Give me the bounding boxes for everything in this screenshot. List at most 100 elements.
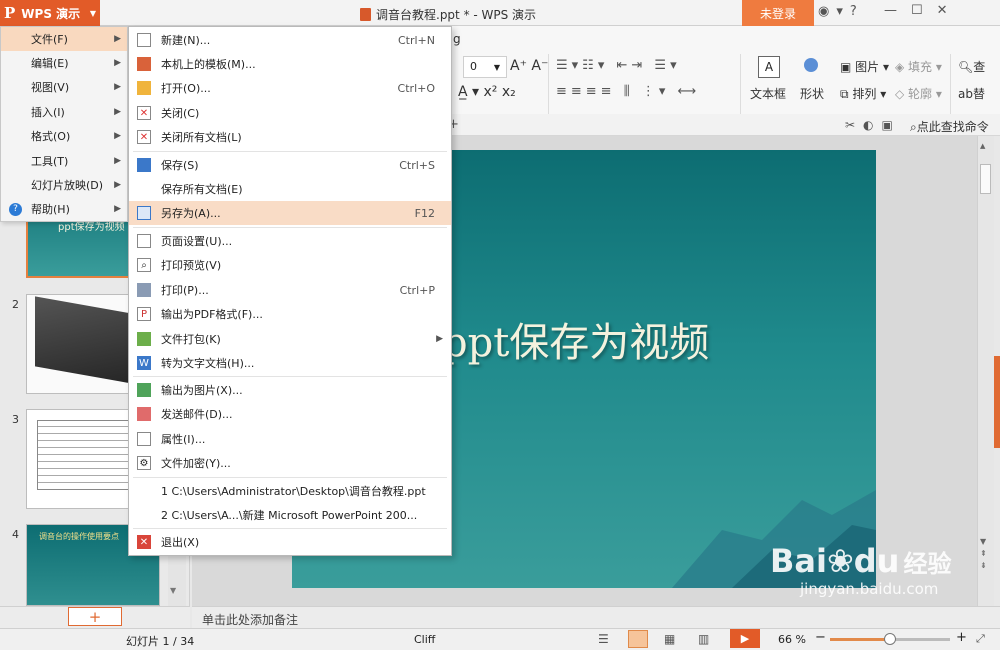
menu-close-label: 关闭(C) [161, 107, 200, 120]
zoom-out-icon[interactable]: − [815, 630, 826, 645]
menu-file[interactable]: 文件(F) ▶ [1, 27, 127, 51]
quick-tools-icon[interactable]: ✂◐▣ [845, 118, 901, 132]
menu-page-setup[interactable]: 页面设置(U)... [129, 229, 451, 253]
mail-icon [137, 407, 151, 421]
grow-font-icon[interactable]: A⁺ A⁻ [510, 58, 548, 74]
ribbon-divider [950, 54, 951, 114]
menu-format[interactable]: 格式(O) ▶ [1, 124, 127, 148]
list-format-icon[interactable]: ☰▾☷▾ ⇤⇥ ☰▾ [556, 58, 681, 73]
baidu-url: jingyan.baidu.com [800, 580, 939, 598]
slide-scrollbar[interactable]: ▲ ▼ ⇞ ⇟ [977, 136, 994, 606]
notes-pane[interactable]: 单击此处添加备注 [192, 606, 1000, 628]
menu-package-label: 文件打包(K) [161, 333, 221, 346]
menu-save[interactable]: 保存(S) Ctrl+S [129, 153, 451, 177]
menu-local-templates[interactable]: 本机上的模板(M)... [129, 52, 451, 76]
side-panel-toggle[interactable] [994, 356, 1000, 448]
menu-open[interactable]: 打开(O)... Ctrl+O [129, 76, 451, 100]
fill-button[interactable]: ◈ 填充 ▾ [895, 58, 942, 75]
menu-save-all-label: 保存所有文档(E) [161, 183, 243, 196]
font-size-field[interactable]: 0 ▼ [463, 56, 507, 78]
menu-send-mail[interactable]: 发送邮件(D)... [129, 402, 451, 426]
recent-file-label: 1 C:\Users\Administrator\Desktop\调音台教程.p… [161, 485, 426, 498]
chevron-right-icon: ▶ [114, 34, 121, 44]
help-icon[interactable]: ? [850, 4, 857, 19]
align-icon[interactable]: ≡≡≡≡ ⫼ ⋮▾ ⟷ [556, 84, 700, 99]
print-icon [137, 283, 151, 297]
menu-insert[interactable]: 插入(I) ▶ [1, 100, 127, 124]
menu-to-word[interactable]: W 转为文字文档(H)... [129, 351, 451, 375]
fit-window-icon[interactable]: ⤢ [976, 632, 985, 646]
menu-slideshow-label: 幻灯片放映(D) [31, 179, 104, 192]
menu-encrypt[interactable]: ⚙ 文件加密(Y)... [129, 451, 451, 475]
menu-print-preview[interactable]: ⌕ 打印预览(V) [129, 253, 451, 277]
menu-templates-label: 本机上的模板(M)... [161, 58, 256, 71]
menu-recent-file-1[interactable]: 1 C:\Users\Administrator\Desktop\调音台教程.p… [129, 479, 451, 503]
help-icon: ? [9, 202, 22, 216]
menu-close[interactable]: ✕ 关闭(C) [129, 101, 451, 125]
menu-mail-label: 发送邮件(D)... [161, 408, 233, 421]
menu-export-pdf[interactable]: P 输出为PDF格式(F)... [129, 302, 451, 326]
login-button[interactable]: 未登录 [742, 0, 814, 26]
slide-title[interactable]: ppt保存为视频 [442, 310, 709, 368]
encrypt-icon: ⚙ [137, 456, 151, 470]
find-command-search[interactable]: ⌕点此查找命令 [910, 118, 989, 135]
menu-file-label: 文件(F) [31, 33, 68, 46]
menu-export-image[interactable]: 输出为图片(X)... [129, 378, 451, 402]
menu-recent-file-2[interactable]: 2 C:\Users\A...\新建 Microsoft PowerPoint … [129, 503, 451, 527]
thumbnail-caption: 调音台的操作使用要点 [39, 532, 119, 541]
menu-tools[interactable]: 工具(T) ▶ [1, 149, 127, 173]
scroll-down-icon[interactable]: ▼ [170, 586, 176, 595]
wps-app-menu-button[interactable]: P WPS 演示 ▼ [0, 0, 100, 26]
open-folder-icon [137, 81, 151, 95]
zoom-slider[interactable] [830, 633, 950, 645]
close-icon[interactable]: ✕ [937, 3, 948, 18]
picture-button[interactable]: ▣ 图片 ▾ [840, 58, 889, 75]
menu-slideshow[interactable]: 幻灯片放映(D) ▶ [1, 173, 127, 197]
shortcut-label: Ctrl+N [397, 33, 435, 47]
arrange-icon: ⧉ [840, 87, 853, 101]
shortcut-label: Ctrl+O [397, 81, 435, 95]
skin-icon[interactable]: ◉ [818, 4, 829, 19]
menu-save-all[interactable]: 保存所有文档(E) [129, 177, 451, 201]
find-button[interactable]: 🔍︎查 [958, 58, 985, 75]
menu-close-all[interactable]: ✕ 关闭所有文档(L) [129, 125, 451, 149]
menu-close-all-label: 关闭所有文档(L) [161, 131, 242, 144]
main-menu: 文件(F) ▶ 编辑(E) ▶ 视图(V) ▶ 插入(I) ▶ 格式(O) ▶ 工具(T)… [0, 26, 128, 222]
thumbnail-number: 3 [12, 413, 19, 426]
baidu-brand2: du [853, 542, 900, 580]
close-all-icon: ✕ [137, 130, 151, 144]
menu-properties[interactable]: 属性(I)... [129, 427, 451, 451]
chevron-right-icon: ▶ [114, 131, 121, 141]
outline-button[interactable]: ◇ 轮廓 ▾ [895, 85, 942, 102]
add-slide-button[interactable]: + [68, 607, 122, 626]
search-icon: 🔍︎ [958, 60, 974, 74]
menu-exit[interactable]: ✕ 退出(X) [129, 530, 451, 554]
notes-view-icon[interactable]: ☰ [598, 632, 609, 646]
menu-exit-label: 退出(X) [161, 536, 200, 549]
menu-help[interactable]: ? 帮助(H) ▶ [1, 197, 127, 221]
recent-file-label: 2 C:\Users\A...\新建 Microsoft PowerPoint … [161, 509, 418, 522]
fill-label: 填充 [908, 60, 933, 74]
normal-view-icon[interactable] [628, 630, 648, 648]
shape-button[interactable]: 形状 [800, 85, 824, 102]
menu-insert-label: 插入(I) [31, 106, 65, 119]
menu-package[interactable]: 文件打包(K) ▶ [129, 327, 451, 351]
menu-save-as[interactable]: 另存为(A)... F12 [129, 201, 451, 225]
sorter-view-icon[interactable]: ▦ [664, 632, 675, 646]
zoom-in-icon[interactable]: + [956, 630, 967, 645]
menu-new[interactable]: 新建(N)... Ctrl+N [129, 28, 451, 52]
arrange-button[interactable]: ⧉ 排列 ▾ [840, 85, 886, 102]
replace-button[interactable]: ab替 [958, 85, 985, 102]
font-color-icon[interactable]: A̲ ▾ x² x₂ [458, 84, 516, 100]
textbox-button[interactable]: 文本框 [750, 85, 786, 102]
menu-view[interactable]: 视图(V) ▶ [1, 75, 127, 99]
chevron-right-icon: ▶ [436, 334, 443, 344]
restore-icon[interactable]: ☐ [911, 3, 923, 18]
slideshow-button[interactable]: ▶ [730, 629, 760, 648]
menu-print[interactable]: 打印(P)... Ctrl+P [129, 278, 451, 302]
menu-edit[interactable]: 编辑(E) ▶ [1, 51, 127, 75]
minimize-icon[interactable]: — [884, 3, 897, 18]
reading-view-icon[interactable]: ▥ [698, 632, 709, 646]
shirt-icon[interactable]: ▾ [836, 4, 843, 19]
zoom-slider-knob[interactable] [884, 633, 896, 645]
